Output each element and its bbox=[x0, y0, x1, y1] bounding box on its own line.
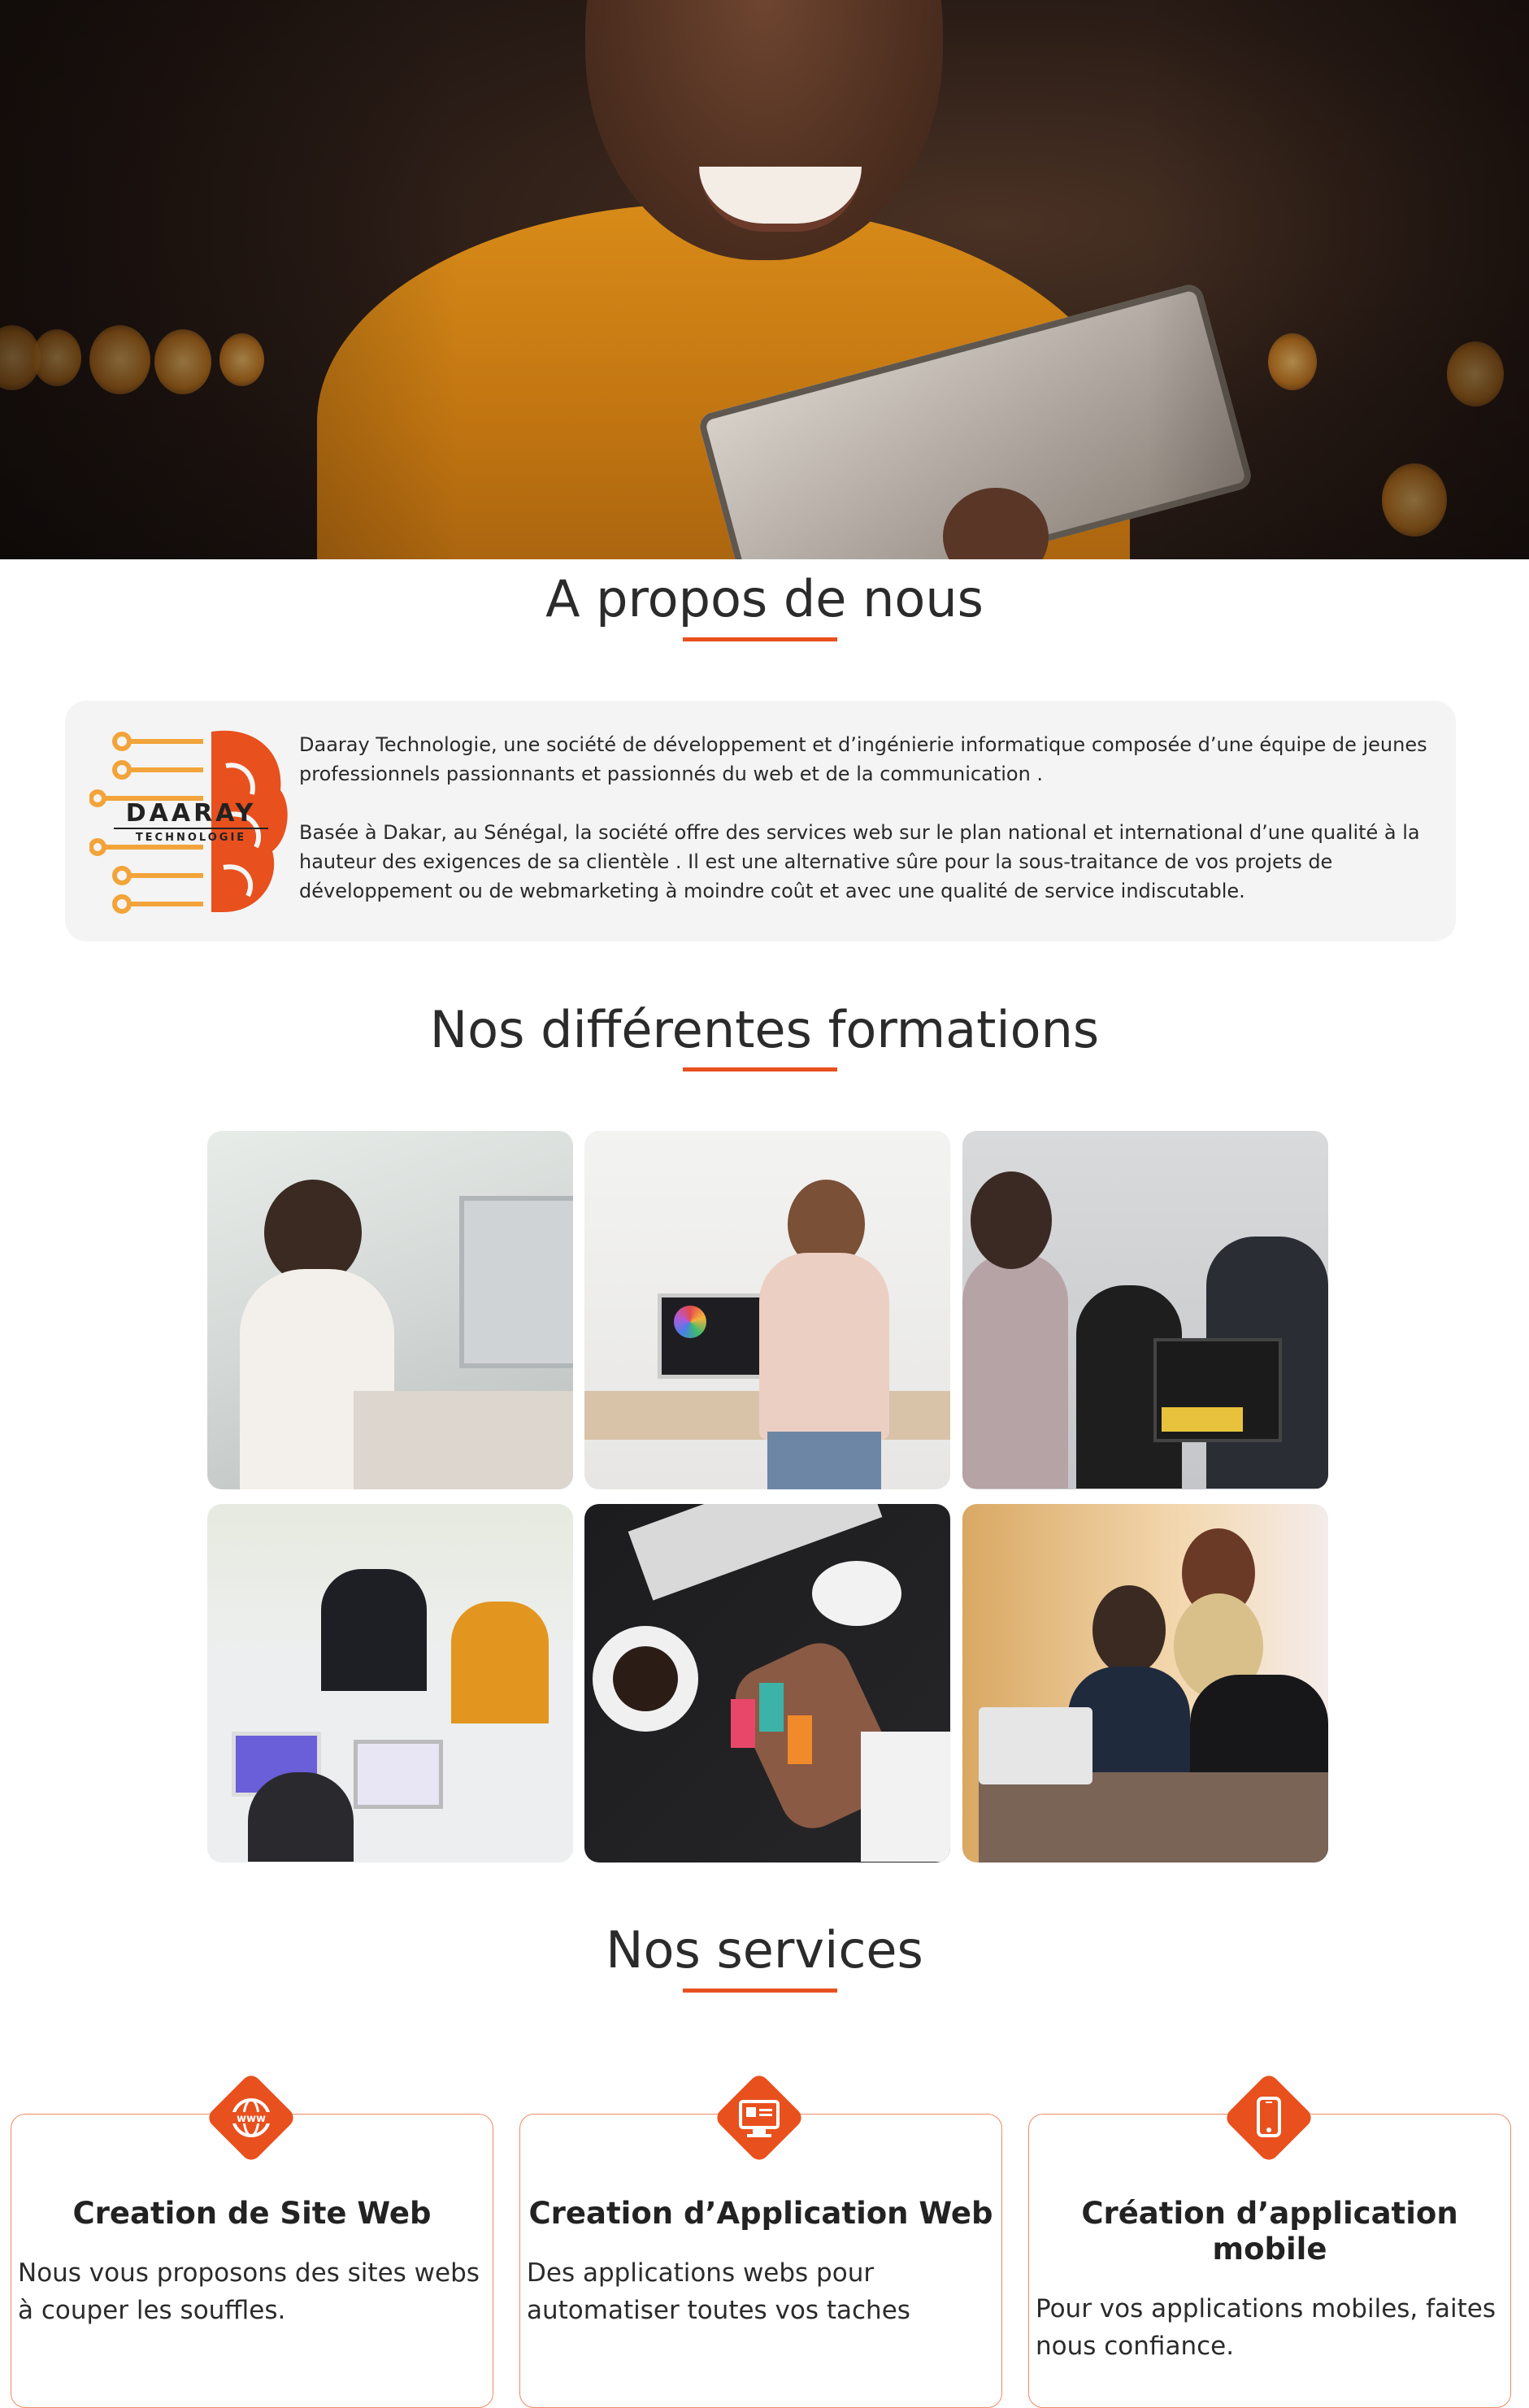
about-title: A propos de nous bbox=[545, 569, 984, 628]
service-description: Nous vous proposons des sites webs à cou… bbox=[18, 2258, 480, 2325]
service-description: Des applications webs pour automatiser t… bbox=[527, 2258, 910, 2325]
hero-shade bbox=[0, 0, 1529, 559]
about-card: DAARAY TECHNOLOGIE Daaray Technologie, u… bbox=[65, 701, 1456, 941]
formations-title-underline bbox=[683, 1067, 837, 1071]
web-app-icon bbox=[717, 2075, 801, 2160]
formation-photo-1[interactable] bbox=[207, 1131, 573, 1489]
about-text: Daaray Technologie, une société de dével… bbox=[299, 730, 1437, 935]
svg-text:www: www bbox=[237, 2113, 266, 2125]
service-title: Creation d’Application Web bbox=[528, 2196, 993, 2231]
formation-photo-5[interactable] bbox=[584, 1504, 950, 1863]
formations-title: Nos différentes formations bbox=[429, 1000, 1100, 1059]
service-description: Pour vos applications mobiles, faites no… bbox=[1036, 2294, 1496, 2361]
logo-subtext: TECHNOLOGIE bbox=[136, 832, 246, 844]
formation-photo-3[interactable] bbox=[962, 1131, 1328, 1489]
about-title-underline bbox=[683, 637, 837, 641]
about-paragraph-2: Basée à Dakar, au Sénégal, la société of… bbox=[299, 821, 1420, 902]
formation-photo-6[interactable] bbox=[962, 1504, 1328, 1863]
formation-photo-2[interactable] bbox=[584, 1131, 950, 1489]
logo-wordmark: DAARAY bbox=[126, 799, 257, 828]
service-title: Création d’application mobile bbox=[1081, 2196, 1458, 2267]
about-paragraph-1: Daaray Technologie, une société de dével… bbox=[299, 733, 1427, 785]
formation-photo-4[interactable] bbox=[207, 1504, 573, 1863]
services-title: Nos services bbox=[606, 1920, 923, 1980]
mobile-icon bbox=[1227, 2075, 1311, 2160]
services-title-underline bbox=[683, 1989, 837, 1993]
daaray-logo: DAARAY TECHNOLOGIE bbox=[89, 730, 288, 914]
hero-banner bbox=[0, 0, 1529, 559]
service-title: Creation de Site Web bbox=[72, 2196, 432, 2231]
www-icon: www bbox=[209, 2075, 293, 2160]
